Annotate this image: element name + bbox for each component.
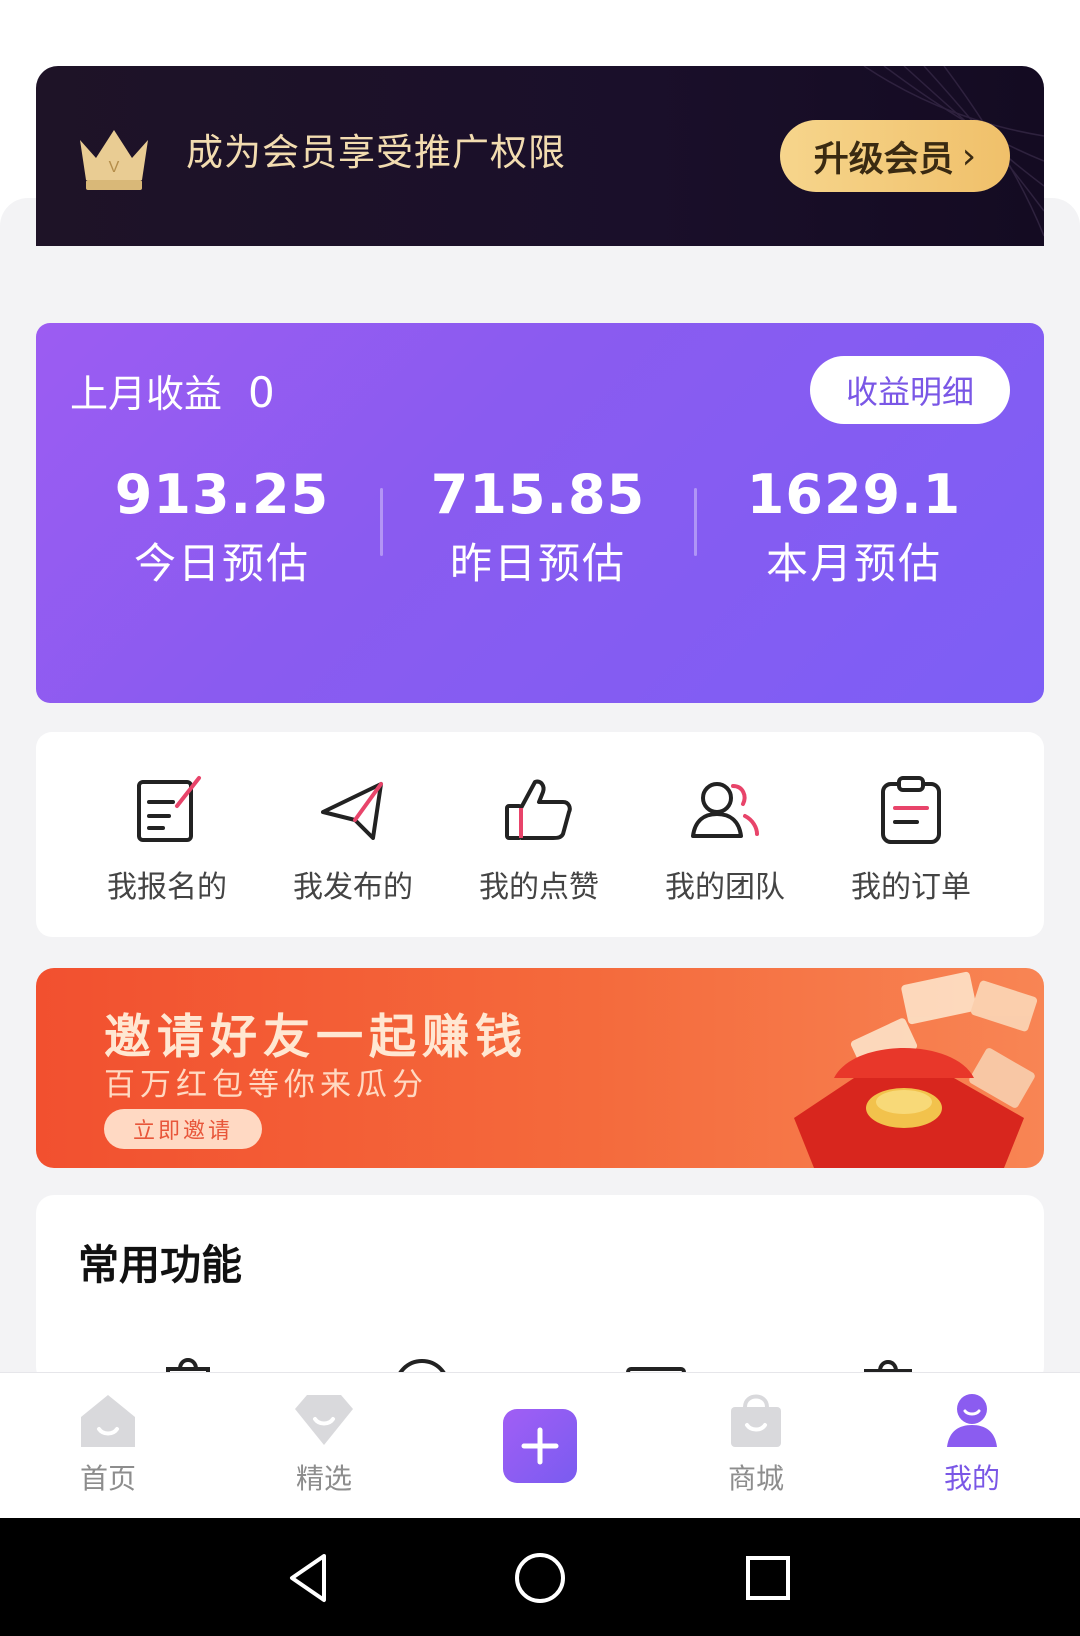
divider [380,488,383,556]
stat-value: 1629.1 [746,463,962,526]
nav-featured[interactable]: 精选 [254,1389,394,1497]
bottom-nav: 首页 精选 商城 我的 [0,1372,1080,1519]
invite-subtitle: 百万红包等你来瓜分 [104,1067,428,1103]
svg-text:V: V [109,159,120,176]
shortcut-published[interactable]: 我发布的 [260,772,446,906]
last-month-label: 上月收益 [70,372,223,416]
recents-icon[interactable] [738,1548,798,1608]
last-month-value: 0 [248,368,275,417]
shortcut-team[interactable]: 我的团队 [632,772,818,906]
nav-label: 首页 [79,1462,136,1495]
shortcut-orders[interactable]: 我的订单 [818,772,1004,906]
gem-icon [295,1395,353,1445]
home-circle-icon[interactable] [510,1548,570,1608]
home-icon [81,1395,135,1447]
invite-title: 邀请好友一起赚钱 [104,1010,528,1065]
system-nav-bar [0,1518,1080,1636]
crown-icon: V [80,130,148,190]
add-button[interactable] [503,1409,577,1483]
last-month-earnings: 上月收益 0 [70,363,275,418]
stat-yesterday: 715.85 昨日预估 [388,463,688,591]
earnings-detail-button[interactable]: 收益明细 [810,356,1010,424]
upgrade-member-label: 升级会员 [813,139,954,180]
nav-mine[interactable]: 我的 [902,1389,1042,1497]
thumbs-up-icon [505,779,572,840]
shortcut-label: 我报名的 [107,870,227,905]
nav-label: 我的 [943,1462,1000,1495]
stat-month: 1629.1 本月预估 [704,463,1004,591]
red-envelope-illustration [794,971,1038,1168]
team-icon [691,782,759,838]
shortcut-label: 我发布的 [293,870,413,905]
nav-label: 精选 [295,1462,352,1495]
back-icon[interactable] [280,1548,340,1608]
upgrade-member-button[interactable]: 升级会员 › [780,120,1010,192]
chevron-right-icon: › [961,135,977,177]
shortcut-card: 我报名的 我发布的 我的点赞 我的团队 我的订单 [36,732,1044,937]
stat-label: 今日预估 [133,539,310,588]
divider [694,488,697,556]
signup-edit-icon [137,776,201,842]
stat-value: 913.25 [114,463,330,526]
vip-promo-text: 成为会员享受推广权限 [186,131,566,174]
invite-now-button[interactable]: 立即邀请 [104,1109,262,1149]
earnings-card: 上月收益 0 收益明细 913.25 今日预估 715.85 昨日预估 1629.… [36,323,1044,703]
nav-mall[interactable]: 商城 [686,1389,826,1497]
invite-friends-banner[interactable]: 邀请好友一起赚钱 百万红包等你来瓜分 立即邀请 [36,968,1044,1168]
shortcut-label: 我的订单 [851,870,971,905]
shortcut-signed-up[interactable]: 我报名的 [74,772,260,906]
shortcut-likes[interactable]: 我的点赞 [446,772,632,906]
vip-banner[interactable]: V 成为会员享受推广权限 升级会员 › [36,66,1044,246]
plus-icon [521,1427,559,1465]
user-icon [947,1394,997,1447]
shortcut-label: 我的点赞 [479,870,599,905]
nav-home[interactable]: 首页 [38,1389,178,1497]
common-functions-title: 常用功能 [78,1241,242,1289]
order-clipboard-icon [881,776,941,844]
stat-label: 昨日预估 [449,539,626,588]
paper-plane-icon [321,782,383,840]
common-functions-card: 常用功能 [36,1195,1044,1385]
shortcut-label: 我的团队 [665,870,785,905]
stat-value: 715.85 [430,463,646,526]
nav-label: 商城 [727,1462,784,1495]
stat-label: 本月预估 [765,539,942,588]
shopping-bag-icon [731,1394,781,1447]
stat-today: 913.25 今日预估 [72,463,372,591]
